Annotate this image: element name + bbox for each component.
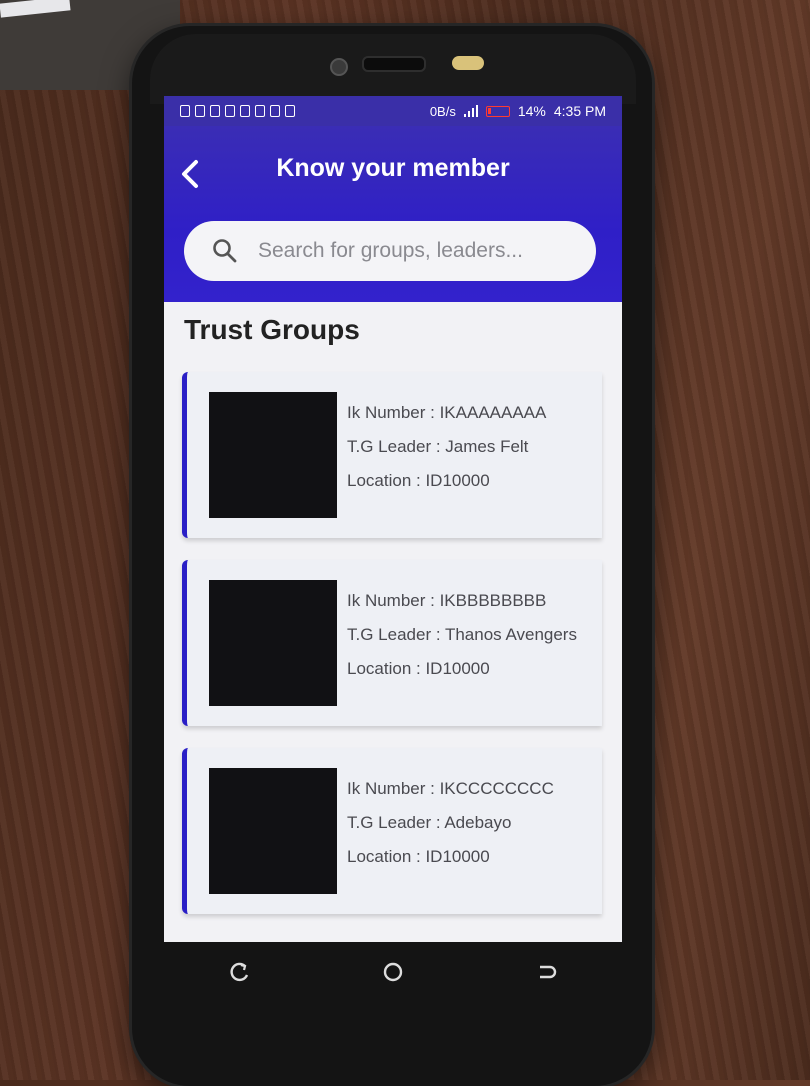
signal-icon [463, 105, 478, 117]
notification-icon [270, 105, 280, 117]
tg-leader: T.G Leader : James Felt [347, 437, 529, 456]
clock: 4:35 PM [553, 103, 606, 119]
tg-leader: T.G Leader : Adebayo [347, 813, 512, 832]
trust-group-card[interactable]: Ik Number : IKCCCCCCCC T.G Leader : Adeb… [182, 748, 602, 914]
ik-number: Ik Number : IKBBBBBBBB [347, 591, 547, 610]
notification-icon [180, 105, 190, 117]
back-nav-icon [539, 965, 556, 979]
front-camera [330, 58, 348, 76]
app-screen: 0B/s 14% 4:35 PM Know your member Trust … [164, 96, 622, 942]
group-thumbnail [209, 768, 337, 894]
network-speed: 0B/s [429, 103, 456, 119]
page-title: Know your member [276, 154, 510, 182]
app-header: Know your member [164, 126, 622, 302]
group-thumbnail [209, 392, 337, 518]
notification-icon [285, 105, 295, 117]
battery-percent: 14% [517, 103, 546, 119]
trust-group-list: Ik Number : IKAAAAAAAA T.G Leader : Jame… [182, 372, 602, 936]
location: Location : ID10000 [347, 659, 490, 678]
trust-group-card[interactable]: Ik Number : IKAAAAAAAA T.G Leader : Jame… [182, 372, 602, 538]
home-icon [383, 962, 403, 982]
location: Location : ID10000 [347, 471, 490, 490]
notification-icon [240, 105, 250, 117]
ik-number: Ik Number : IKCCCCCCCC [347, 779, 554, 798]
recents-icon [230, 962, 249, 982]
search-input[interactable] [256, 238, 560, 264]
group-thumbnail [209, 580, 337, 706]
trust-group-card[interactable]: Ik Number : IKBBBBBBBB T.G Leader : Than… [182, 560, 602, 726]
battery-icon [485, 105, 510, 117]
group-details: Ik Number : IKBBBBBBBB T.G Leader : Than… [347, 584, 577, 686]
notification-icon [195, 105, 205, 117]
recents-button[interactable] [225, 957, 255, 987]
proximity-sensor [452, 56, 484, 70]
group-details: Ik Number : IKAAAAAAAA T.G Leader : Jame… [347, 396, 546, 498]
status-right: 0B/s 14% 4:35 PM [430, 103, 606, 119]
search-icon [213, 239, 237, 263]
notification-icon [225, 105, 235, 117]
earpiece-speaker [362, 56, 426, 72]
location: Location : ID10000 [347, 847, 490, 866]
notification-icon [255, 105, 265, 117]
status-bar: 0B/s 14% 4:35 PM [164, 96, 622, 126]
notification-icon [210, 105, 220, 117]
tg-leader: T.G Leader : Thanos Avengers [347, 625, 577, 644]
notification-icons [180, 105, 295, 117]
group-details: Ik Number : IKCCCCCCCC T.G Leader : Adeb… [347, 772, 554, 874]
section-title: Trust Groups [184, 314, 360, 345]
search-bar[interactable] [184, 221, 596, 281]
home-button[interactable] [378, 957, 408, 987]
back-nav-button[interactable] [531, 957, 561, 987]
android-nav-bar [164, 942, 622, 1002]
ik-number: Ik Number : IKAAAAAAAA [347, 403, 547, 422]
